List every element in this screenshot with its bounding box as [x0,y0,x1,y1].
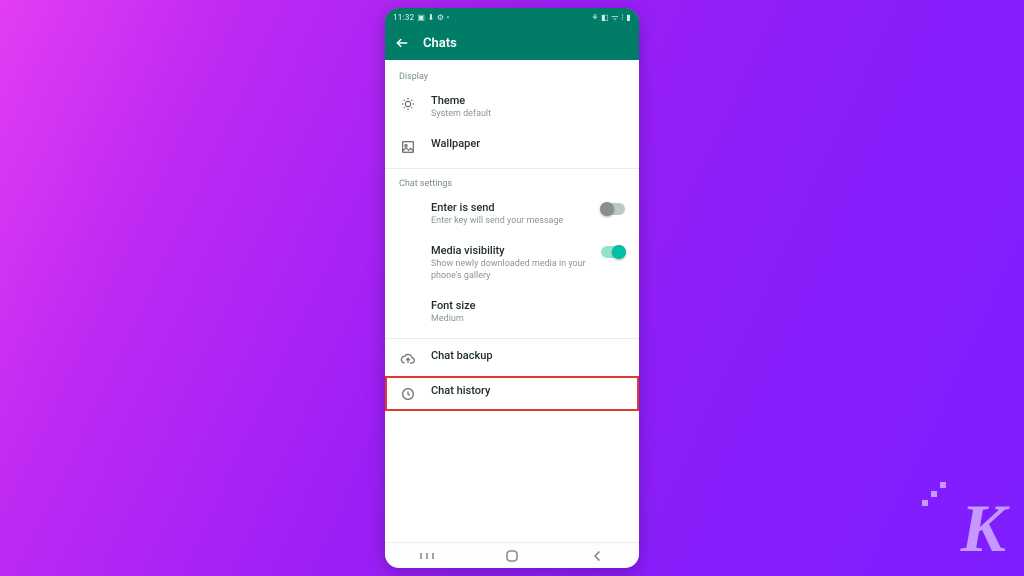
status-time: 11:32 [393,13,414,22]
row-enter-title: Enter is send [431,201,587,215]
phone-frame: 11:32 ▣ ⬇ ⚙ • ⚘ ◧ ᯤ ⁝ ▮ Chats Display Th… [385,8,639,568]
row-theme-title: Theme [431,94,625,108]
row-history-title: Chat history [431,384,625,398]
arrow-left-icon [395,36,409,50]
row-wallpaper-title: Wallpaper [431,137,625,151]
recents-icon [419,551,435,561]
nav-home[interactable] [487,549,537,563]
watermark-logo: K [961,494,1006,562]
status-left-icons: ▣ ⬇ ⚙ • [417,13,449,22]
row-font-title: Font size [431,299,625,313]
row-enter-is-send[interactable]: Enter is send Enter key will send your m… [385,193,639,236]
watermark-dots [922,482,946,506]
section-header-display: Display [385,64,639,86]
divider [385,168,639,169]
page-title: Chats [423,36,457,51]
row-theme-sub: System default [431,109,625,121]
row-font-size[interactable]: Font size Medium [385,291,639,334]
section-header-chat: Chat settings [385,171,639,193]
settings-content: Display Theme System default Wallpaper C… [385,60,639,542]
back-button[interactable] [395,36,409,50]
cloud-upload-icon [400,351,416,367]
row-media-visibility[interactable]: Media visibility Show newly downloaded m… [385,236,639,291]
row-enter-sub: Enter key will send your message [431,216,587,228]
status-bar: 11:32 ▣ ⬇ ⚙ • ⚘ ◧ ᯤ ⁝ ▮ [385,8,639,26]
row-media-title: Media visibility [431,244,587,258]
row-media-sub: Show newly downloaded media in your phon… [431,259,587,282]
wallpaper-icon [400,139,416,155]
nav-back[interactable] [572,550,622,562]
theme-icon [400,96,416,112]
row-backup-title: Chat backup [431,349,625,363]
row-chat-backup[interactable]: Chat backup [385,341,639,376]
row-font-sub: Medium [431,314,625,326]
status-right-icons: ⚘ ◧ ᯤ ⁝ ▮ [591,12,631,23]
chevron-left-icon [591,550,603,562]
row-chat-history[interactable]: Chat history [385,376,639,411]
row-theme[interactable]: Theme System default [385,86,639,129]
switch-media-visibility[interactable] [601,246,625,258]
history-icon [400,386,416,402]
nav-recents[interactable] [402,551,452,561]
row-wallpaper[interactable]: Wallpaper [385,129,639,164]
divider [385,338,639,339]
app-bar: Chats [385,26,639,60]
android-nav-bar [385,542,639,568]
switch-enter-is-send[interactable] [601,203,625,215]
home-icon [505,549,519,563]
